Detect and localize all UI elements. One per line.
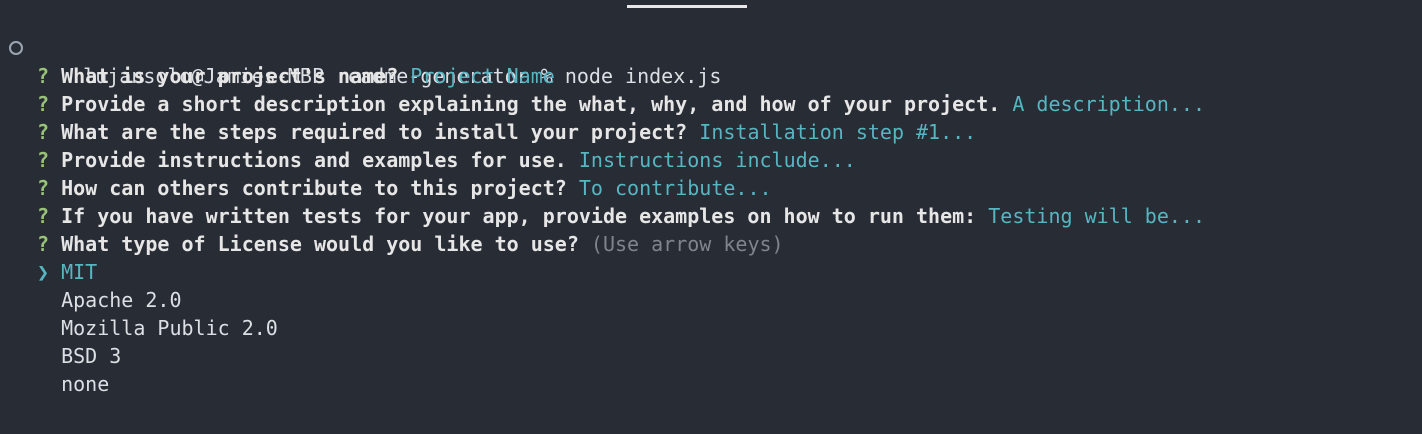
license-option-mit[interactable]: ❯ MIT — [8, 258, 1422, 286]
license-option-label: MIT — [61, 260, 98, 284]
license-option-label: BSD 3 — [61, 344, 122, 368]
license-option-mozilla[interactable]: Mozilla Public 2.0 — [8, 314, 1422, 342]
question-text: What are the steps required to install y… — [61, 120, 688, 144]
shell-prompt-line: lujansolo@Jamies-MBP readme-generator % … — [8, 34, 1422, 88]
answer-text: Project Name — [410, 64, 555, 88]
terminal-output[interactable]: lujansolo@Jamies-MBP readme-generator % … — [8, 34, 1422, 398]
question-mark-icon: ? — [37, 64, 50, 88]
question-mark-icon: ? — [37, 92, 50, 116]
question-line-tests: ? If you have written tests for your app… — [8, 202, 1422, 230]
question-text: Provide a short description explaining t… — [61, 92, 1001, 116]
question-mark-icon: ? — [37, 120, 50, 144]
active-tab-indicator — [627, 5, 747, 8]
license-option-label: Apache 2.0 — [61, 288, 182, 312]
question-line-contribute: ? How can others contribute to this proj… — [8, 174, 1422, 202]
question-text: If you have written tests for your app, … — [61, 204, 977, 228]
question-line-license: ? What type of License would you like to… — [8, 230, 1422, 258]
license-option-apache[interactable]: Apache 2.0 — [8, 286, 1422, 314]
question-line-usage: ? Provide instructions and examples for … — [8, 146, 1422, 174]
selection-pointer-icon: ❯ — [37, 260, 50, 284]
answer-text: Instructions include... — [578, 148, 856, 172]
license-option-label: none — [61, 372, 110, 396]
question-line-description: ? Provide a short description explaining… — [8, 90, 1422, 118]
question-text: Provide instructions and examples for us… — [61, 148, 567, 172]
license-option-none[interactable]: none — [8, 370, 1422, 398]
arrow-keys-hint: (Use arrow keys) — [590, 232, 784, 256]
license-option-label: Mozilla Public 2.0 — [61, 316, 278, 340]
question-line-project-name: ? What is your project's name? Project N… — [8, 62, 1422, 90]
question-text: What type of License would you like to u… — [61, 232, 579, 256]
answer-text: Testing will be... — [988, 204, 1206, 228]
question-mark-icon: ? — [37, 232, 50, 256]
question-text: How can others contribute to this projec… — [61, 176, 567, 200]
question-mark-icon: ? — [37, 148, 50, 172]
question-text: What is your project's name? — [61, 64, 399, 88]
license-option-bsd[interactable]: BSD 3 — [8, 342, 1422, 370]
answer-text: A description... — [1012, 92, 1205, 116]
answer-text: Installation step #1... — [699, 120, 977, 144]
question-line-installation: ? What are the steps required to install… — [8, 118, 1422, 146]
answer-text: To contribute... — [578, 176, 772, 200]
question-mark-icon: ? — [37, 204, 50, 228]
command-status-icon — [9, 41, 23, 55]
question-mark-icon: ? — [37, 176, 50, 200]
